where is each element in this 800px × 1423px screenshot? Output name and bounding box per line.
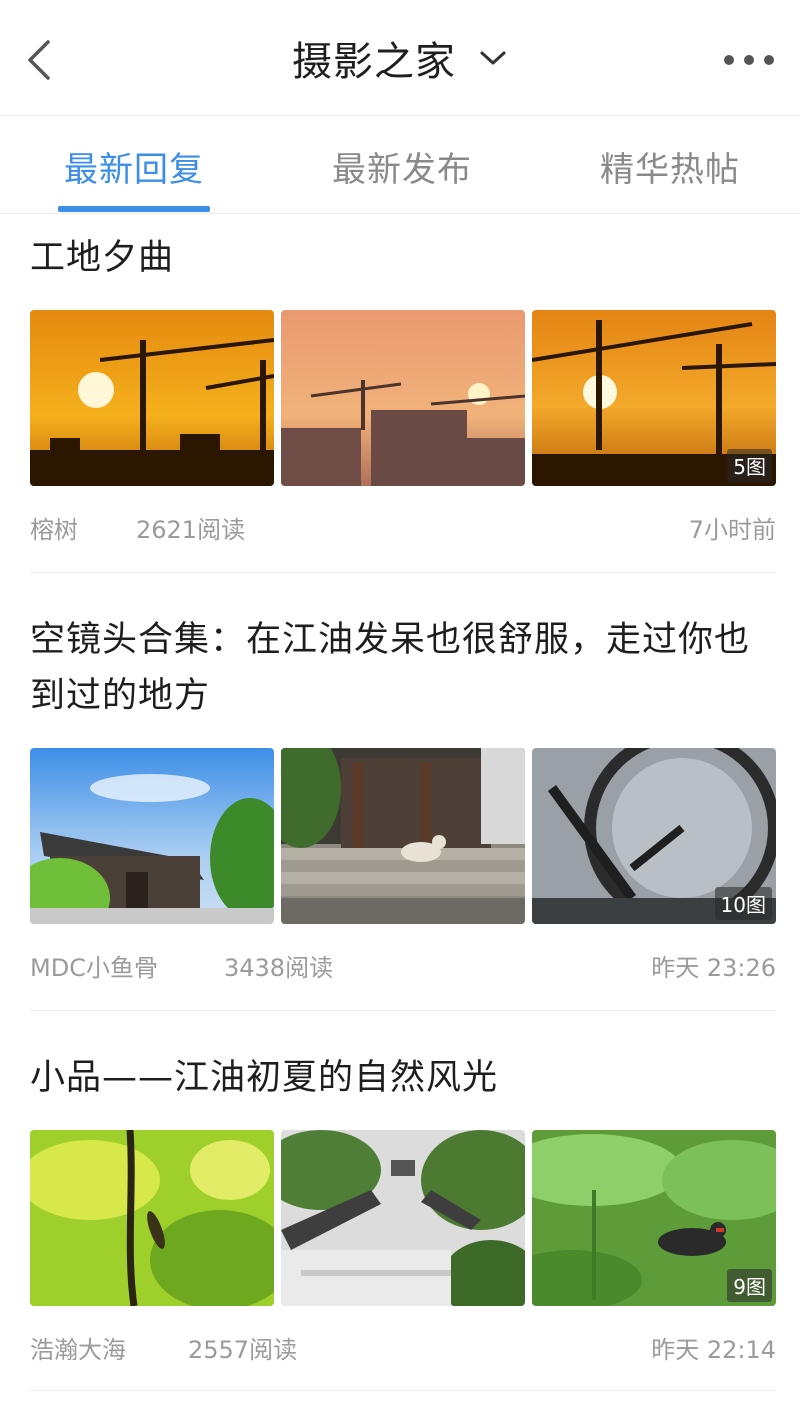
post-item[interactable]: 工地夕曲 5图 榕树 2621阅读 7小时前: [30, 230, 776, 570]
post-meta: MDC小鱼骨 3438阅读 昨天 23:26: [30, 948, 776, 988]
post-images: 9图: [30, 1130, 776, 1306]
divider: [30, 1010, 776, 1011]
post-images: 5图: [30, 310, 776, 486]
tab-latest-post[interactable]: 最新发布: [332, 142, 472, 191]
tab-latest-reply[interactable]: 最新回复: [64, 142, 204, 191]
active-tab-indicator: [58, 206, 210, 212]
back-button[interactable]: [22, 38, 62, 82]
post-thumbnail[interactable]: [30, 1130, 274, 1306]
chevron-left-icon: [28, 40, 50, 80]
image-count-badge: 5图: [727, 449, 772, 482]
more-dots-icon[interactable]: [724, 50, 774, 70]
post-time: 昨天 23:26: [651, 954, 776, 982]
post-thumbnail[interactable]: [281, 310, 525, 486]
page-title[interactable]: 摄影之家: [292, 29, 456, 87]
post-title[interactable]: 工地夕曲: [30, 230, 776, 286]
chevron-down-icon[interactable]: [478, 48, 508, 68]
post-author[interactable]: 榕树: [30, 510, 78, 545]
post-read-count: 2621阅读: [136, 516, 246, 544]
tab-bar: 最新回复 最新发布 精华热帖: [0, 116, 800, 214]
post-thumbnail[interactable]: [281, 1130, 525, 1306]
post-author[interactable]: 浩瀚大海: [30, 1330, 126, 1365]
image-count-badge: 10图: [714, 887, 772, 920]
post-time: 昨天 22:14: [651, 1336, 776, 1364]
top-navigation-bar: 摄影之家: [0, 0, 800, 116]
post-read-count: 2557阅读: [188, 1336, 298, 1364]
post-thumbnail[interactable]: [30, 748, 274, 924]
post-meta: 浩瀚大海 2557阅读 昨天 22:14: [30, 1330, 776, 1370]
image-count-badge: 9图: [727, 1269, 772, 1302]
post-images: 10图: [30, 748, 776, 924]
post-thumbnail[interactable]: [30, 310, 274, 486]
divider: [30, 572, 776, 573]
post-read-count: 3438阅读: [224, 954, 334, 982]
post-item[interactable]: 小品——江油初夏的自然风光 9图 浩瀚大海 2557阅读 昨天 22:14: [30, 1050, 776, 1390]
divider: [30, 1390, 776, 1391]
post-thumbnail[interactable]: 5图: [532, 310, 776, 486]
tab-featured[interactable]: 精华热帖: [600, 142, 740, 191]
post-author[interactable]: MDC小鱼骨: [30, 948, 158, 983]
post-item[interactable]: 空镜头合集：在江油发呆也很舒服，走过你也到过的地方 10图 MDC小鱼骨 343…: [30, 612, 776, 992]
post-title[interactable]: 空镜头合集：在江油发呆也很舒服，走过你也到过的地方: [30, 612, 776, 724]
post-meta: 榕树 2621阅读 7小时前: [30, 510, 776, 550]
post-time: 7小时前: [688, 516, 776, 544]
post-title[interactable]: 小品——江油初夏的自然风光: [30, 1050, 776, 1106]
post-thumbnail[interactable]: 10图: [532, 748, 776, 924]
post-thumbnail[interactable]: [281, 748, 525, 924]
post-thumbnail[interactable]: 9图: [532, 1130, 776, 1306]
